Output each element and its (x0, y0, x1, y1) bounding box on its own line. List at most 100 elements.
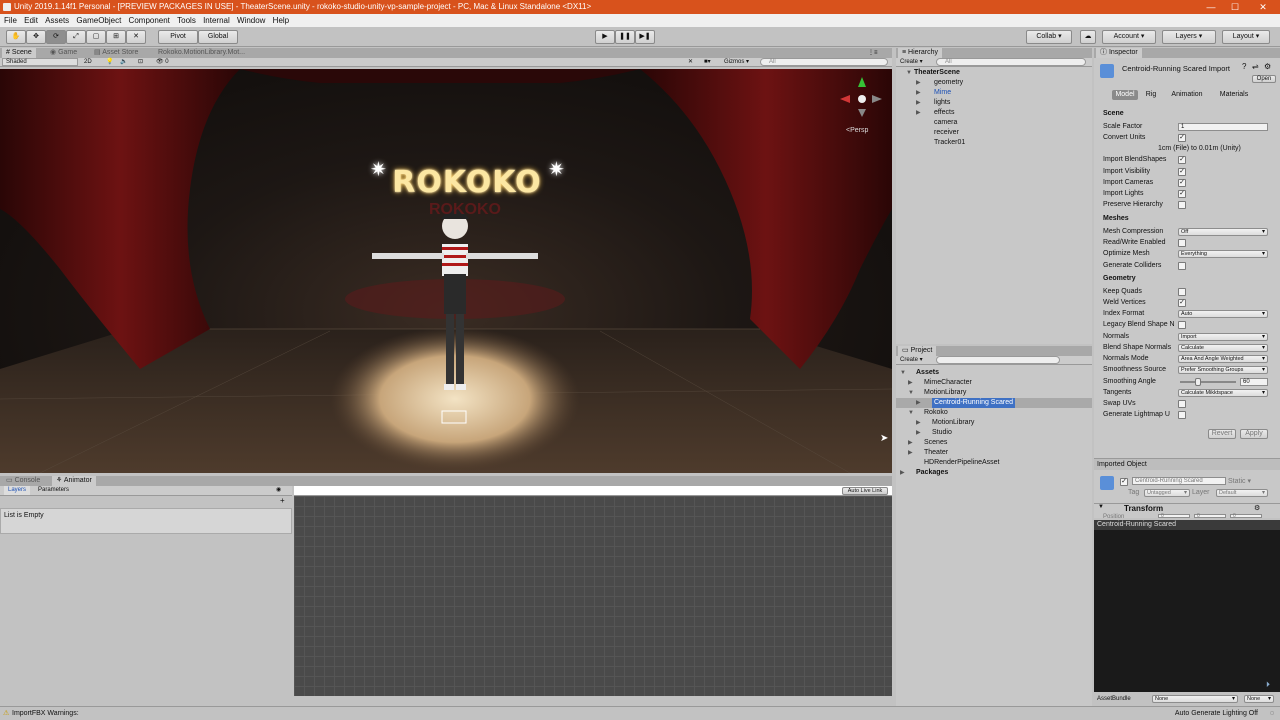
help-icon[interactable]: ? (1242, 62, 1246, 71)
import-cameras-checkbox[interactable]: ✓ (1178, 179, 1186, 187)
tab-animator[interactable]: ⚘ Animator (52, 476, 96, 486)
tab-layers[interactable]: Layers (4, 486, 31, 495)
scene-tools-icon[interactable]: ✕ (688, 58, 693, 67)
hierarchy-item-geometry[interactable]: ▶ geometry (896, 78, 1092, 88)
collab-dropdown[interactable]: Collab ▾ (1026, 30, 1072, 44)
project-item-rokoko[interactable]: ▼ Rokoko (896, 408, 1092, 418)
effects-icon[interactable]: ⊡ (138, 58, 143, 67)
index-format-dropdown[interactable]: Auto (1178, 310, 1268, 318)
tab-materials[interactable]: Materials (1212, 90, 1256, 100)
collapse-arrow-icon[interactable]: ▶ (916, 108, 921, 118)
blend-normals-dropdown[interactable]: Calculate (1178, 344, 1268, 352)
transform-tool-button[interactable]: ⊞ (106, 30, 126, 44)
weld-vertices-checkbox[interactable]: ✓ (1178, 299, 1186, 307)
project-item-hdrp-asset[interactable]: HDRenderPipelineAsset (896, 458, 1092, 468)
menu-help[interactable]: Help (273, 16, 289, 25)
hierarchy-item-receiver[interactable]: receiver (896, 128, 1092, 138)
tab-project[interactable]: ▭ Project (898, 346, 937, 356)
global-toggle[interactable]: Global (198, 30, 238, 44)
open-button[interactable]: Open (1252, 75, 1276, 83)
smoothness-source-dropdown[interactable]: Prefer Smoothing Groups (1178, 366, 1268, 374)
import-blendshapes-checkbox[interactable]: ✓ (1178, 156, 1186, 164)
pivot-toggle[interactable]: Pivot (158, 30, 198, 44)
normals-mode-dropdown[interactable]: Area And Angle Weighted (1178, 355, 1268, 363)
maximize-button[interactable]: ☐ (1220, 0, 1250, 14)
layout-dropdown[interactable]: Layout ▾ (1222, 30, 1270, 44)
generate-lightmap-checkbox[interactable] (1178, 411, 1186, 419)
collapse-arrow-icon[interactable]: ▶ (908, 378, 913, 388)
account-dropdown[interactable]: Account ▾ (1102, 30, 1156, 44)
generate-colliders-checkbox[interactable] (1178, 262, 1186, 270)
project-item-motionlibrary[interactable]: ▼ MotionLibrary (896, 388, 1092, 398)
hierarchy-item-lights[interactable]: ▶ lights (896, 98, 1092, 108)
hierarchy-search-input[interactable]: All (936, 58, 1086, 66)
add-layer-icon[interactable]: + (280, 496, 285, 505)
tab-animation[interactable]: Animation (1166, 90, 1208, 100)
hierarchy-item-camera[interactable]: camera (896, 118, 1092, 128)
normals-dropdown[interactable]: Import (1178, 333, 1268, 341)
import-visibility-checkbox[interactable]: ✓ (1178, 168, 1186, 176)
animator-graph-canvas[interactable] (294, 496, 892, 696)
project-item-scenes[interactable]: ▶ Scenes (896, 438, 1092, 448)
auto-live-link-button[interactable]: Auto Live Link (842, 487, 888, 495)
rect-tool-button[interactable]: ▢ (86, 30, 106, 44)
slider-thumb[interactable] (1195, 378, 1202, 386)
collapse-arrow-icon[interactable]: ▶ (916, 88, 921, 98)
cloud-button[interactable]: ☁ (1080, 30, 1096, 44)
assetbundle-variant-dropdown[interactable]: None (1244, 695, 1274, 703)
revert-button[interactable]: Revert (1208, 429, 1236, 439)
convert-units-checkbox[interactable]: ✓ (1178, 134, 1186, 142)
menu-internal[interactable]: Internal (203, 16, 230, 25)
play-button[interactable]: ▶ (595, 30, 615, 44)
legacy-blend-checkbox[interactable] (1178, 321, 1186, 329)
menu-assets[interactable]: Assets (45, 16, 69, 25)
collapse-arrow-icon[interactable]: ▶ (916, 98, 921, 108)
menu-file[interactable]: File (4, 16, 17, 25)
close-button[interactable]: ✕ (1248, 0, 1278, 14)
step-button[interactable]: ▶❚ (635, 30, 655, 44)
tab-hierarchy[interactable]: ≡ Hierarchy (898, 48, 942, 58)
import-lights-checkbox[interactable]: ✓ (1178, 190, 1186, 198)
tab-asset-store[interactable]: ▤ Asset Store (90, 48, 142, 58)
layers-dropdown[interactable]: Layers ▾ (1162, 30, 1216, 44)
perspective-label[interactable]: <Persp (846, 127, 868, 134)
tangents-dropdown[interactable]: Calculate Mikktspace (1178, 389, 1268, 397)
menu-gameobject[interactable]: GameObject (76, 16, 121, 25)
tab-rig[interactable]: Rig (1140, 90, 1162, 100)
gizmos-dropdown[interactable]: Gizmos ▾ (724, 58, 749, 67)
tab-game[interactable]: ◉ Game (46, 48, 81, 58)
collapse-arrow-icon[interactable]: ▶ (916, 398, 921, 408)
hierarchy-item-mime[interactable]: ▶ Mime (896, 88, 1092, 98)
preserve-hierarchy-checkbox[interactable] (1178, 201, 1186, 209)
2d-toggle[interactable]: 2D (84, 58, 92, 67)
tab-model[interactable]: Model (1112, 90, 1138, 100)
project-create-button[interactable]: Create ▾ (900, 356, 923, 365)
move-tool-button[interactable]: ✥ (26, 30, 46, 44)
collapse-arrow-icon[interactable]: ▶ (916, 418, 921, 428)
project-item-mimecharacter[interactable]: ▶ MimeCharacter (896, 378, 1092, 388)
collapse-arrow-icon[interactable]: ▶ (916, 78, 921, 88)
hand-tool-button[interactable]: ✋ (6, 30, 26, 44)
scale-tool-button[interactable]: ⤢ (66, 30, 86, 44)
optimize-mesh-dropdown[interactable]: Everything (1178, 250, 1268, 258)
camera-settings-icon[interactable]: ■▾ (704, 58, 711, 67)
expand-arrow-icon[interactable]: ▼ (900, 368, 906, 378)
foldout-arrow-icon[interactable]: ▼ (1098, 504, 1104, 510)
visibility-eye-icon[interactable]: ◉ (276, 486, 281, 495)
scale-factor-input[interactable]: 1 (1178, 123, 1268, 131)
scene-viewport[interactable]: ROKOKO ✷ ✷ ROKOKO <Persp ➤ (0, 69, 892, 473)
transform-settings-icon[interactable]: ⚙ (1254, 504, 1260, 512)
apply-button[interactable]: Apply (1240, 429, 1268, 439)
project-item-studio[interactable]: ▶ Studio (896, 428, 1092, 438)
hidden-objects-icon[interactable]: 👁 0 (156, 58, 169, 67)
project-item-theater[interactable]: ▶ Theater (896, 448, 1092, 458)
menu-window[interactable]: Window (237, 16, 265, 25)
audio-icon[interactable]: 🔈 (120, 58, 127, 67)
collapse-arrow-icon[interactable]: ▶ (900, 468, 905, 478)
menu-component[interactable]: Component (129, 16, 170, 25)
hierarchy-item-effects[interactable]: ▶ effects (896, 108, 1092, 118)
collapse-arrow-icon[interactable]: ▶ (908, 448, 913, 458)
expand-arrow-icon[interactable]: ▼ (908, 408, 914, 418)
hierarchy-scene-root[interactable]: ▼ TheaterScene (896, 68, 1092, 78)
tab-scene[interactable]: # Scene (2, 48, 36, 58)
